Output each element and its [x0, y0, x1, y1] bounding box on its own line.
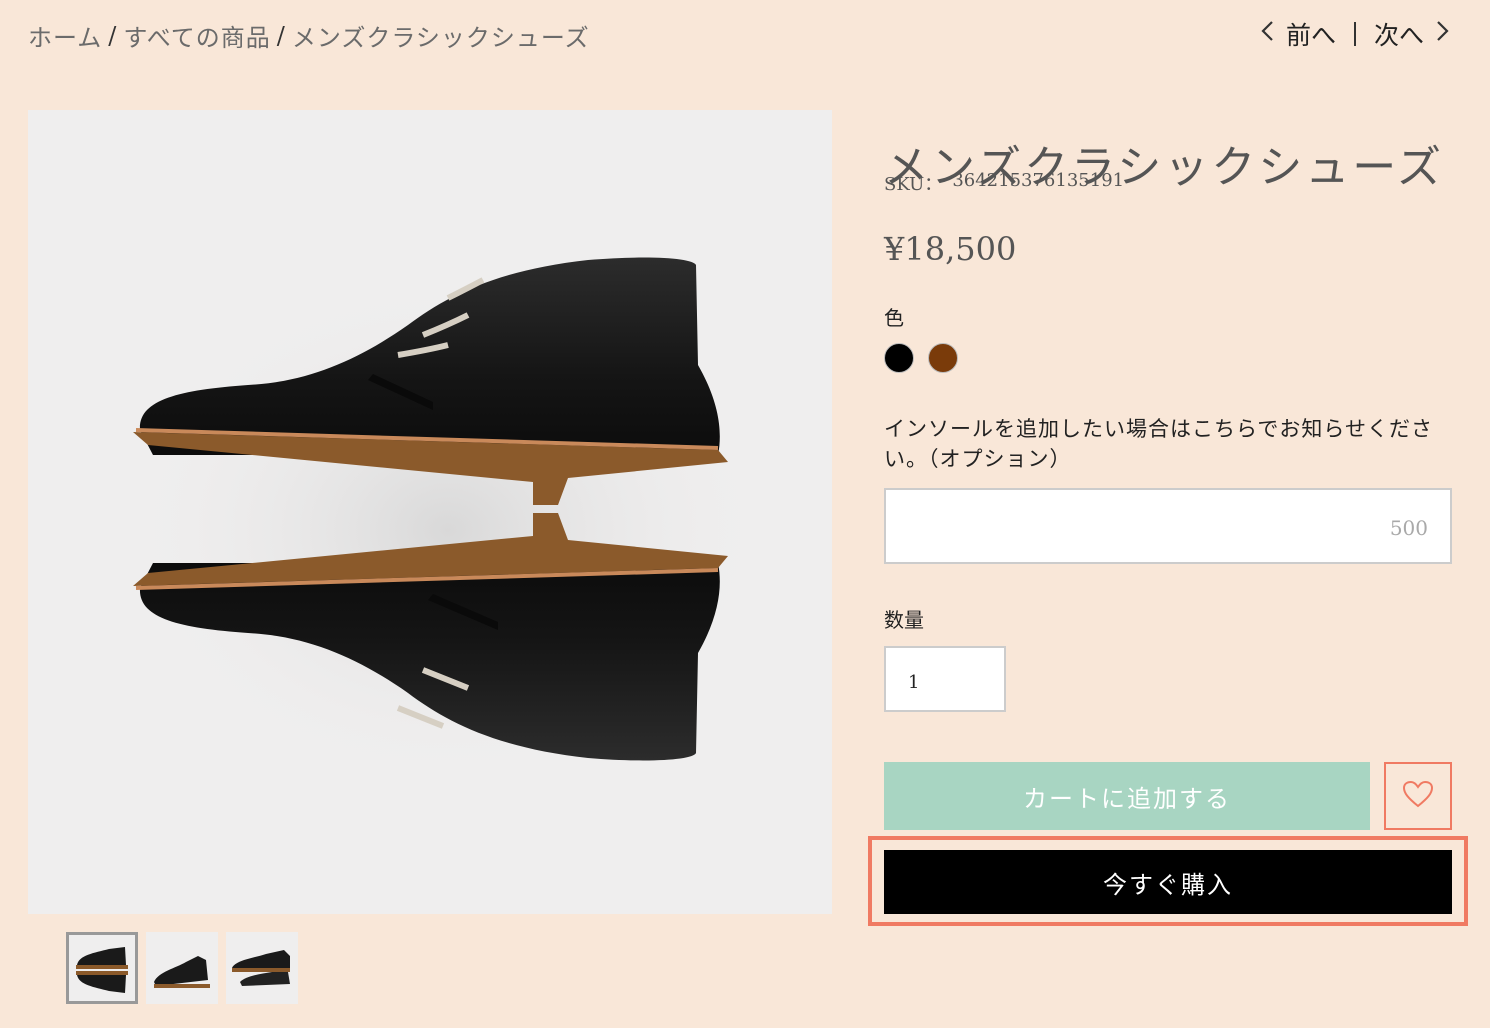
sku-label: SKU：: [884, 174, 943, 195]
color-swatches: [884, 343, 958, 373]
prev-product-link[interactable]: 前へ: [1286, 16, 1336, 52]
breadcrumb-separator: /: [276, 21, 286, 50]
product-pager: 前へ 次へ: [1260, 16, 1450, 52]
next-product-link[interactable]: 次へ: [1374, 16, 1424, 52]
pager-divider: [1353, 22, 1356, 46]
breadcrumb-separator: /: [108, 21, 118, 50]
quantity-label: 数量: [884, 608, 924, 632]
breadcrumb-home-link[interactable]: ホーム: [28, 18, 102, 53]
insole-label: インソールを追加したい場合はこちらでお知らせください。（オプション）: [884, 417, 1433, 471]
thumbnail-3[interactable]: [226, 932, 298, 1004]
thumbnail-strip: [66, 932, 298, 1004]
color-swatch-black[interactable]: [884, 343, 914, 373]
chevron-right-icon[interactable]: [1434, 20, 1450, 48]
add-to-cart-button[interactable]: カートに追加する: [884, 762, 1370, 830]
product-main-image[interactable]: [28, 110, 832, 914]
wishlist-button[interactable]: [1384, 762, 1452, 830]
sku: SKU： 364215376135191: [884, 170, 1124, 196]
breadcrumb: ホーム / すべての商品 / メンズクラシックシューズ: [28, 18, 590, 53]
buy-now-button[interactable]: 今すぐ購入: [884, 850, 1452, 914]
sku-value: 364215376135191: [952, 170, 1125, 191]
heart-icon: [1402, 780, 1434, 812]
breadcrumb-current: メンズクラシックシューズ: [291, 24, 590, 52]
char-limit-counter: 500: [1389, 516, 1428, 540]
color-swatch-brown[interactable]: [928, 343, 958, 373]
chevron-left-icon[interactable]: [1260, 20, 1276, 48]
breadcrumb-all-products-link[interactable]: すべての商品: [123, 18, 270, 53]
quantity-input[interactable]: 1: [884, 646, 1006, 712]
thumbnail-2[interactable]: [146, 932, 218, 1004]
thumbnail-1[interactable]: [66, 932, 138, 1004]
insole-text-field[interactable]: 500: [884, 488, 1452, 564]
color-label: 色: [884, 306, 904, 330]
product-price: ¥18,500: [884, 230, 1017, 268]
